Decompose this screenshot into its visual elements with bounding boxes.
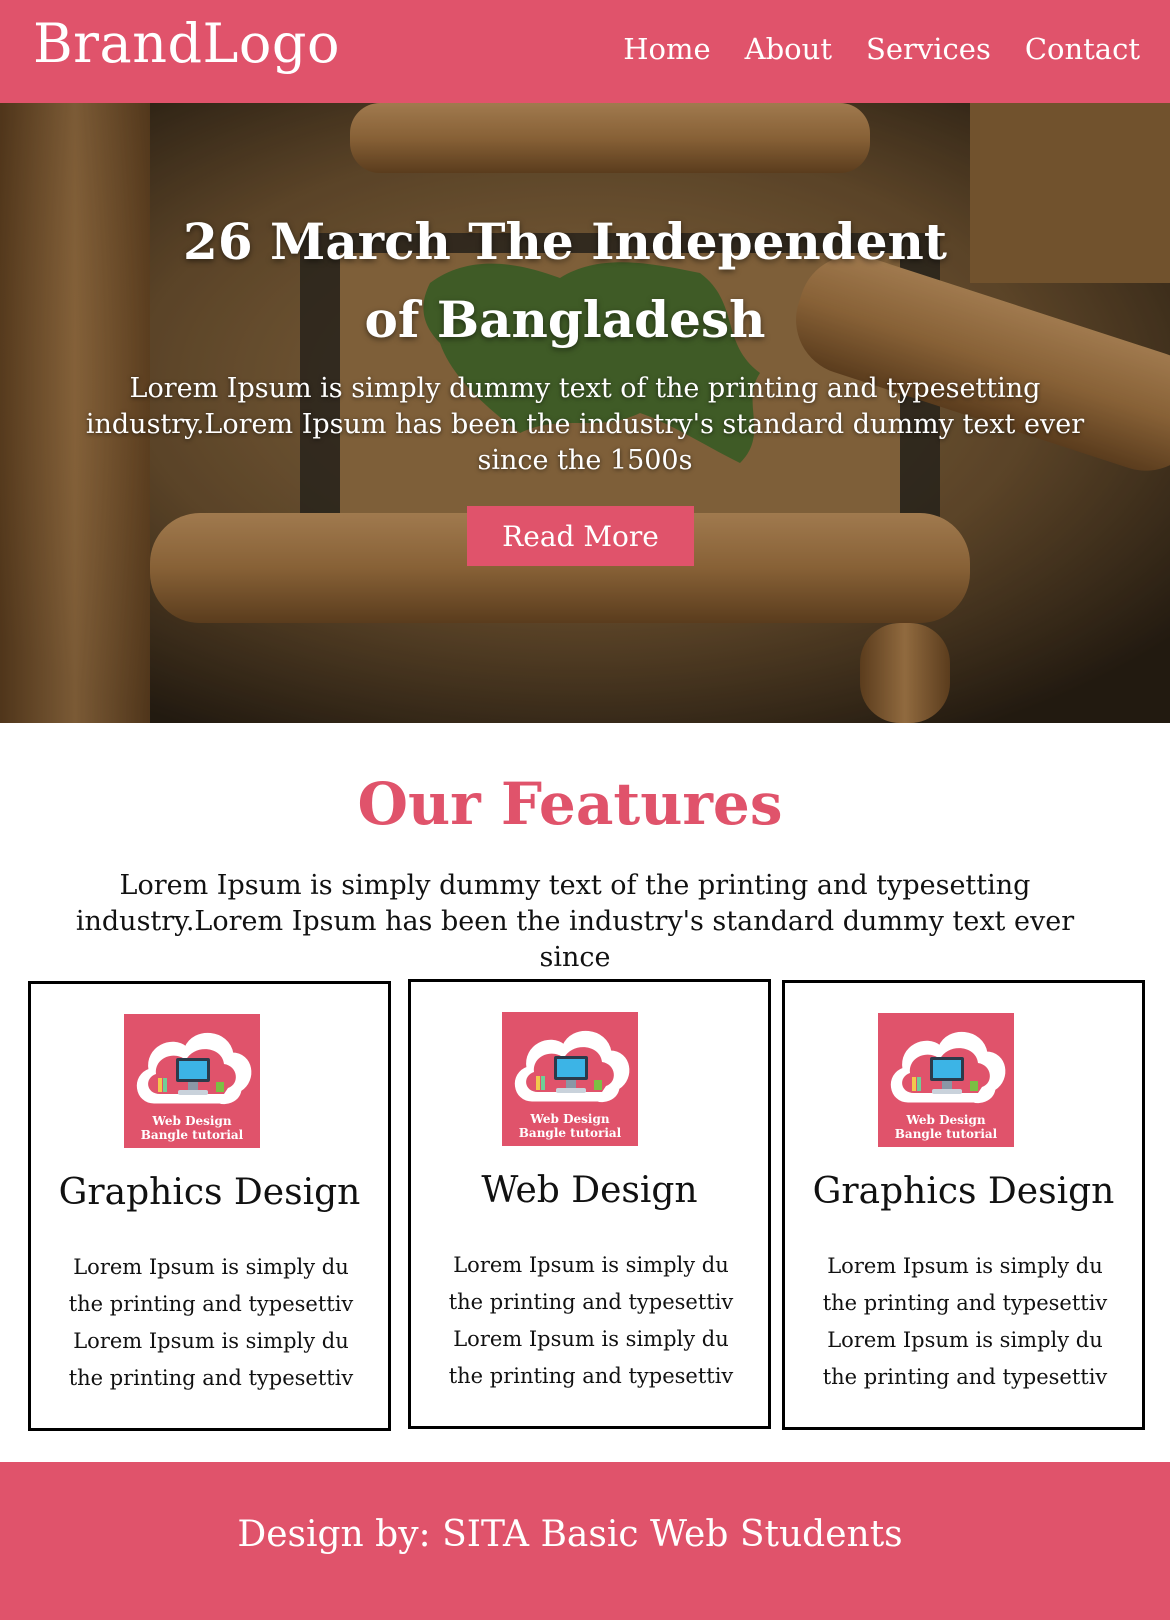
feature-card: Web Design Bangle tutorial Graphics Desi… [28, 981, 391, 1431]
feature-card-description: Lorem Ipsum is simply du the printing an… [448, 1253, 734, 1388]
feature-card-title: Graphics Design [58, 1172, 361, 1213]
features-description-line1: Lorem Ipsum is simply dummy text of the … [119, 870, 1031, 901]
hero-title-line2: of Bangladesh [364, 290, 766, 349]
features-title: Our Features [357, 770, 783, 838]
nav-home-link[interactable]: Home [623, 32, 710, 66]
nav-about-link[interactable]: About [745, 32, 832, 66]
logo-caption: Web Design Bangle tutorial [140, 1114, 244, 1142]
feature-card-description: Lorem Ipsum is simply du the printing an… [822, 1254, 1108, 1389]
web-design-logo-image: Web Design Bangle tutorial [124, 1014, 260, 1148]
feature-card-title: Graphics Design [812, 1171, 1115, 1212]
feature-card: Web Design Bangle tutorial Web Design Lo… [408, 979, 771, 1429]
feature-card: Web Design Bangle tutorial Graphics Desi… [782, 980, 1145, 1430]
main-nav: Home About Services Contact [623, 32, 1140, 66]
features-description-line2: industry.Lorem Ipsum has been the indust… [75, 906, 1075, 973]
logo-caption: Web Design Bangle tutorial [894, 1113, 998, 1141]
nav-contact-link[interactable]: Contact [1025, 32, 1140, 66]
web-design-logo-image: Web Design Bangle tutorial [878, 1013, 1014, 1147]
feature-card-description: Lorem Ipsum is simply du the printing an… [68, 1255, 354, 1390]
logo-caption: Web Design Bangle tutorial [518, 1112, 622, 1140]
read-more-button[interactable]: Read More [467, 506, 694, 566]
hero-title-line1: 26 March The Independent [183, 212, 947, 271]
hero-title: 26 March The Independent of Bangladesh [130, 203, 1000, 359]
footer-credit: Design by: SITA Basic Web Students [237, 1514, 903, 1555]
site-header: BrandLogo Home About Services Contact [0, 0, 1170, 103]
site-footer: Design by: SITA Basic Web Students [0, 1462, 1170, 1620]
nav-services-link[interactable]: Services [866, 32, 991, 66]
hero-banner: 26 March The Independent of Bangladesh L… [0, 103, 1170, 723]
features-description: Lorem Ipsum is simply dummy text of the … [40, 868, 1110, 976]
brand-logo[interactable]: BrandLogo [33, 12, 340, 75]
hero-description: Lorem Ipsum is simply dummy text of the … [85, 373, 1085, 476]
feature-card-title: Web Design [481, 1170, 698, 1211]
web-design-logo-image: Web Design Bangle tutorial [502, 1012, 638, 1146]
